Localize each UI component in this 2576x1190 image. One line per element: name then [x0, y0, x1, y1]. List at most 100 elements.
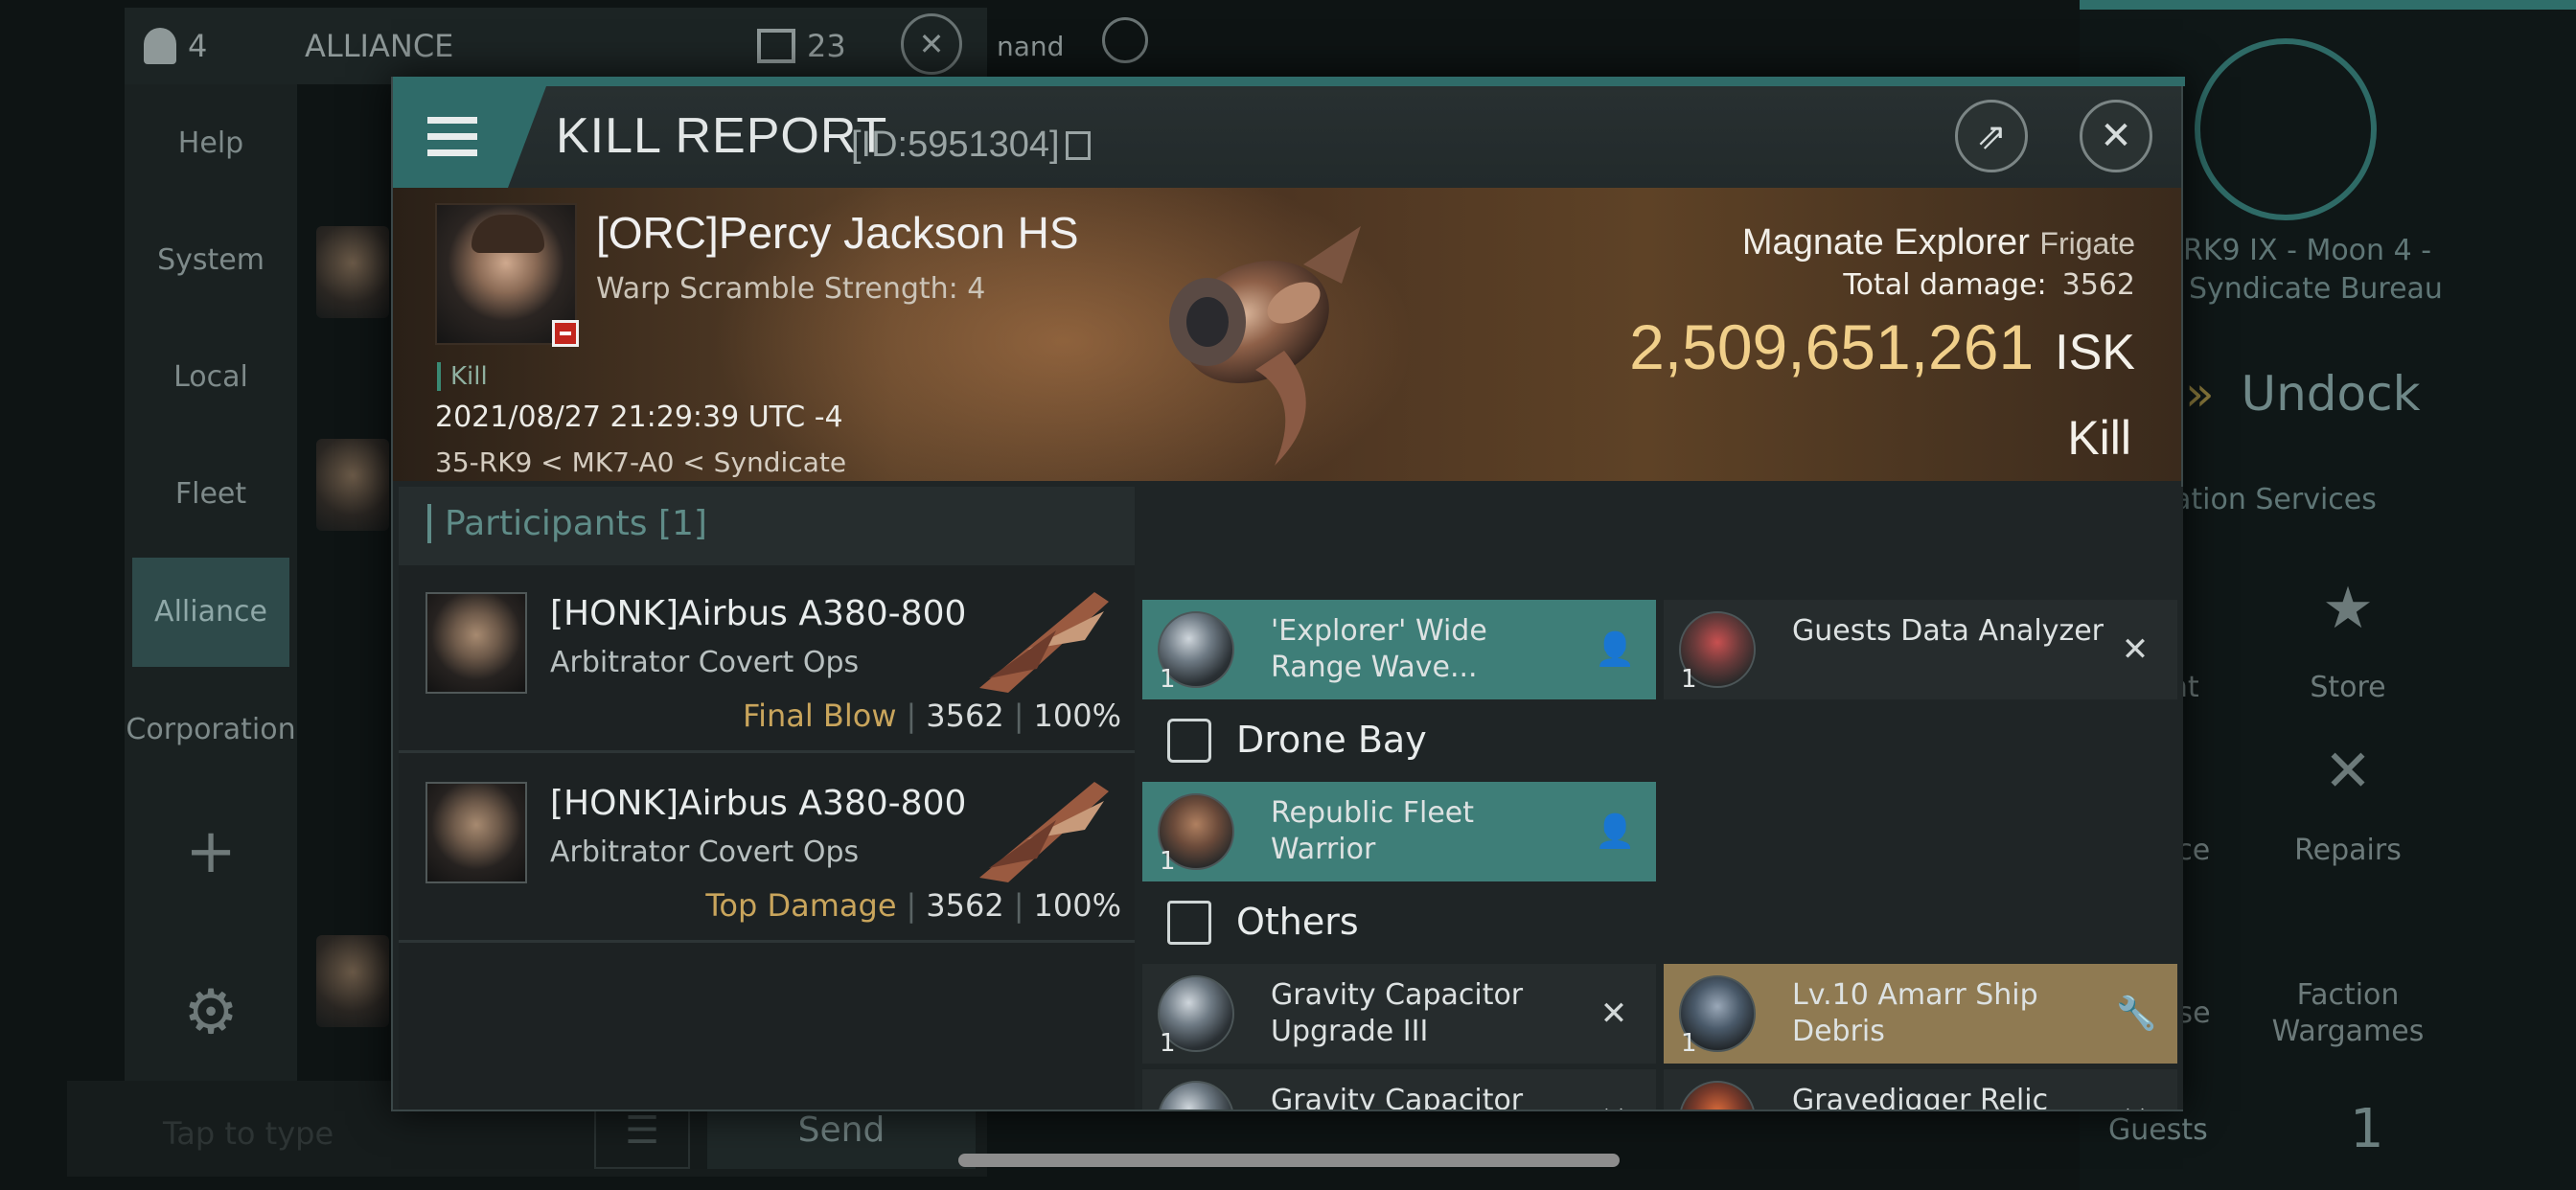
kill-location[interactable]: 35-RK9 < MK7-A0 < Syndicate [435, 446, 846, 478]
guests-label: Guests [2108, 1113, 2208, 1147]
total-damage: Total damage: 3562 [1843, 268, 2135, 302]
chat-icon [757, 29, 795, 63]
chevron-right-icon: » [2185, 366, 2215, 422]
item-cell[interactable]: 1 Gravity Capacitor Upgrade III ✕ [1142, 964, 1656, 1064]
chat-avatar [316, 226, 389, 318]
destroyed-x-icon: ✕ [1595, 1100, 1633, 1110]
clock-icon[interactable] [1102, 17, 1148, 63]
kill-report-header: KILL REPORT [ID:5951304] ⇗ ✕ [393, 86, 2181, 188]
share-button[interactable]: ⇗ [1955, 100, 2028, 172]
victim-name[interactable]: [ORC]Percy Jackson HS [596, 207, 1079, 259]
kill-tag: Kill [437, 362, 488, 391]
warp-scramble-strength: Warp Scramble Strength: 4 [596, 272, 986, 306]
station-panel-accent [2080, 0, 2576, 10]
victim-banner: [ORC]Percy Jackson HS Warp Scramble Stre… [393, 188, 2181, 481]
item-cell[interactable]: 1 Guests Data Analyzer ✕ [1664, 600, 2177, 699]
item-name: Lv.10 Amarr Ship Debris [1792, 978, 2038, 1048]
participant-ship: Arbitrator Covert Ops [550, 835, 860, 869]
close-icon: ✕ [2100, 114, 2132, 158]
dropped-items-panel[interactable]: 1 'Explorer' Wide Range Wave... 👤 1 Gues… [1142, 487, 2183, 1110]
faction-wargames-service[interactable]: Faction Wargames [2271, 977, 2425, 1050]
person-icon [144, 28, 176, 64]
nav-help[interactable]: Help [132, 126, 289, 160]
person-icon: 👤 [1595, 812, 1636, 851]
item-cell[interactable]: 1 Gravedigger Relic Analyzer ✕ [1664, 1069, 2177, 1110]
nav-alliance[interactable]: Alliance [132, 558, 289, 667]
participant-avatar[interactable] [426, 592, 527, 694]
nav-local[interactable]: Local [132, 360, 289, 394]
background-top-bar [125, 8, 987, 84]
participant-ship-image [979, 782, 1109, 882]
chat-input[interactable]: Tap to type [163, 1115, 334, 1152]
store-icon[interactable]: ★ [2271, 575, 2425, 642]
participants-header: Participants [1] [399, 487, 1135, 565]
close-button[interactable]: ✕ [2080, 100, 2152, 172]
victim-ship-image[interactable] [1140, 207, 1390, 475]
window-accent-line [393, 77, 2185, 86]
nav-fleet[interactable]: Fleet [132, 477, 289, 511]
home-indicator[interactable] [958, 1154, 1620, 1167]
victim-ship-name[interactable]: Magnate Explorer Frigate [1742, 222, 2135, 263]
store-service[interactable]: Store [2271, 671, 2425, 704]
destroyed-x-icon: ✕ [2121, 630, 2150, 669]
participant-stats: Top Damage | 3562 | 100% [705, 887, 1121, 924]
person-icon: 👤 [1595, 630, 1636, 669]
member-count[interactable]: 4 [144, 13, 207, 79]
item-cell[interactable]: 1 Gravity Capacitor Upgrade III ✕ [1142, 1069, 1656, 1110]
add-icon[interactable]: + [132, 816, 289, 887]
destroyed-x-icon: ✕ [1599, 995, 1628, 1033]
chat-avatar [316, 439, 389, 531]
participant-row[interactable]: [HONK]Airbus A380-800 Arbitrator Covert … [399, 565, 1135, 753]
participant-stats: Final Blow | 3562 | 100% [743, 698, 1121, 734]
chat-avatar [316, 935, 389, 1027]
capacitor-upgrade-icon [1158, 1081, 1234, 1110]
station-services-heading: ation Services [2174, 483, 2377, 516]
station-location-line2: Syndicate Bureau [2189, 272, 2443, 306]
repairs-icon[interactable]: ✕ [2271, 738, 2425, 805]
others-section: Others [1142, 883, 2183, 962]
item-cell[interactable]: 1 Lv.10 Amarr Ship Debris 🔧 [1664, 964, 2177, 1064]
guests-count: 1 [2350, 1098, 2384, 1160]
relic-analyzer-icon [1679, 1081, 1756, 1110]
kill-report-id[interactable]: [ID:5951304] [851, 125, 1091, 166]
wrench-icon: 🔧 [2116, 995, 2157, 1033]
minus-badge-icon [552, 320, 579, 347]
item-name: Guests Data Analyzer [1792, 614, 2104, 648]
item-cell[interactable]: 1 Republic Fleet Warrior 👤 [1142, 782, 1656, 881]
item-name: Gravity Capacitor Upgrade III [1271, 1084, 1524, 1110]
drone-bay-icon [1167, 719, 1211, 763]
external-link-icon: ⇗ [1976, 115, 2007, 157]
victim-portrait[interactable] [435, 203, 579, 347]
participant-ship: Arbitrator Covert Ops [550, 646, 860, 679]
participant-name[interactable]: [HONK]Airbus A380-800 [550, 594, 966, 633]
participant-row[interactable]: [HONK]Airbus A380-800 Arbitrator Covert … [399, 755, 1135, 943]
close-icon[interactable]: ✕ [901, 13, 962, 75]
repairs-service[interactable]: Repairs [2271, 834, 2425, 867]
item-name: 'Explorer' Wide Range Wave... [1271, 614, 1487, 684]
item-name: Gravity Capacitor Upgrade III [1271, 978, 1524, 1048]
alliance-tab-label[interactable]: ALLIANCE [305, 13, 453, 79]
item-name: Gravedigger Relic Analyzer [1792, 1084, 2049, 1110]
item-cell[interactable]: 1 'Explorer' Wide Range Wave... 👤 [1142, 600, 1656, 699]
window-title: KILL REPORT [556, 108, 888, 164]
isk-value: 2,509,651,261 ISK [1629, 311, 2135, 382]
participant-avatar[interactable] [426, 782, 527, 883]
chat-count[interactable]: 23 [757, 13, 846, 79]
command-label: nand [997, 30, 1065, 62]
drone-bay-section: Drone Bay [1142, 701, 2183, 780]
participant-name[interactable]: [HONK]Airbus A380-800 [550, 784, 966, 823]
copy-icon[interactable] [1065, 131, 1091, 160]
participant-ship-image [979, 592, 1109, 693]
cargo-box-icon [1167, 901, 1211, 945]
settings-gear-icon[interactable]: ⚙ [132, 977, 289, 1048]
undock-button[interactable]: » Undock [2185, 366, 2421, 422]
station-location-line1: RK9 IX - Moon 4 - [2183, 234, 2432, 267]
kill-datetime: 2021/08/27 21:29:39 UTC -4 [435, 400, 843, 434]
nav-system[interactable]: System [132, 243, 289, 277]
hamburger-icon [427, 117, 477, 157]
destroyed-x-icon: ✕ [2116, 1100, 2154, 1110]
menu-button[interactable] [393, 86, 546, 188]
nav-corporation[interactable]: Corporation [125, 713, 297, 746]
portrait-hair [472, 215, 544, 253]
result-label: Kill [2067, 411, 2131, 465]
